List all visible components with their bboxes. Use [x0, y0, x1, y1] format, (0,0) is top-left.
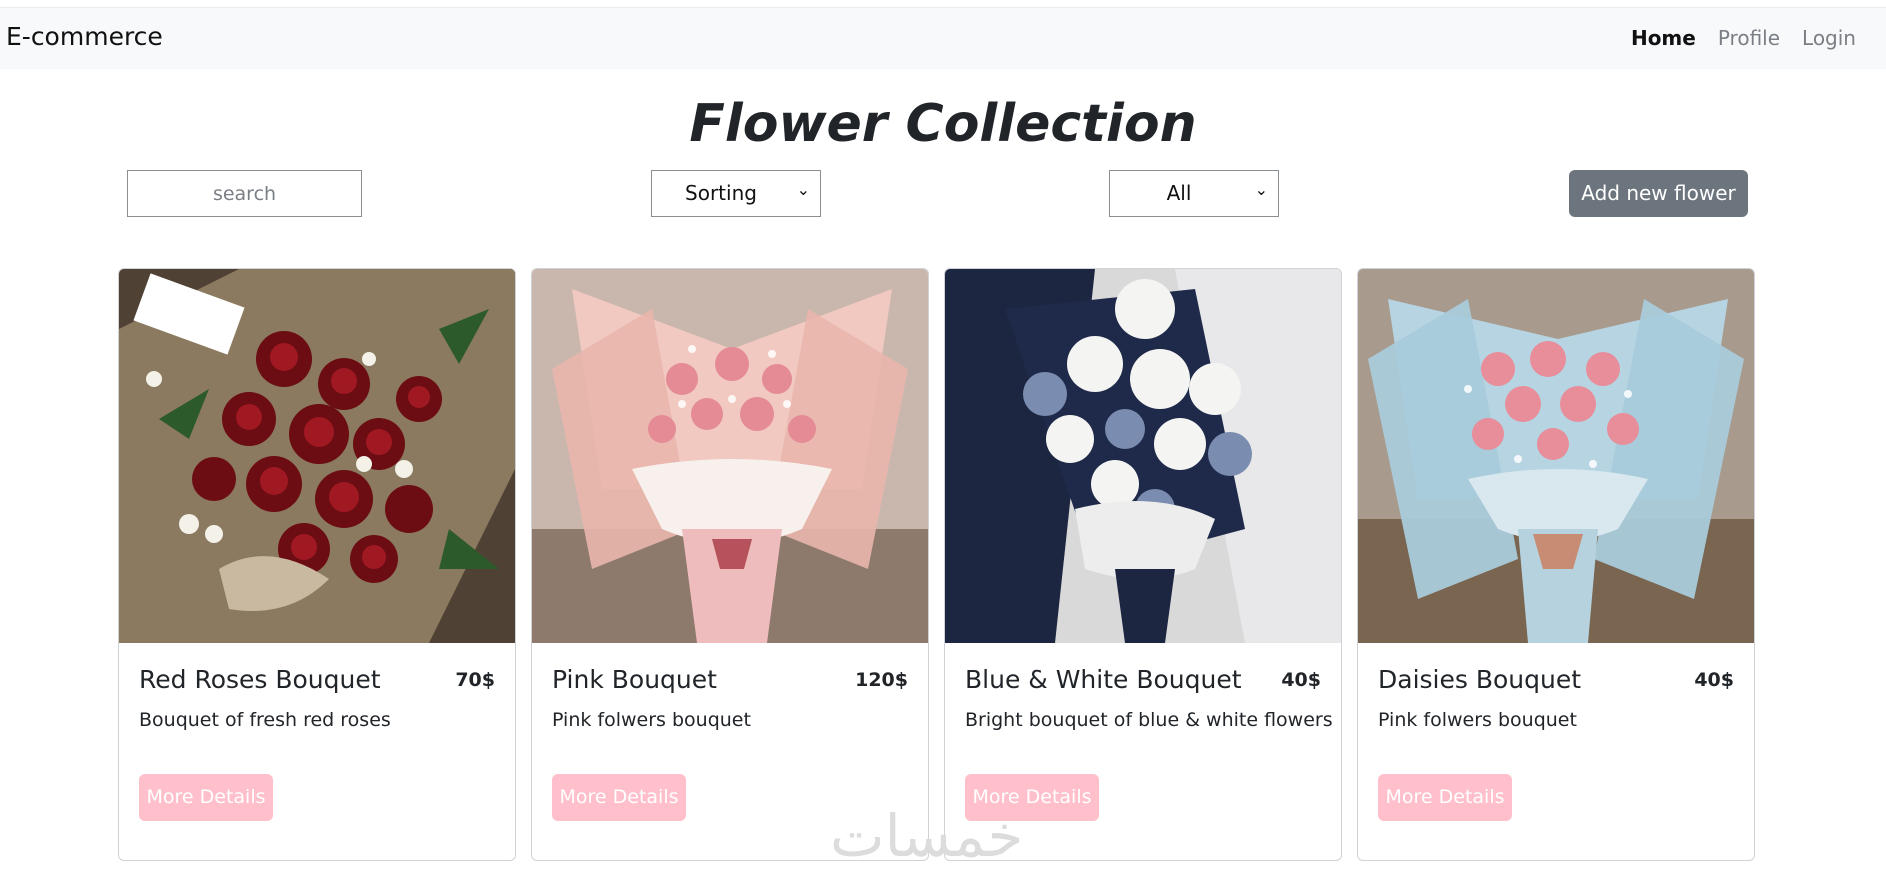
chevron-down-icon: ⌄: [1254, 180, 1268, 199]
card-price: 70$: [455, 669, 495, 691]
search-input[interactable]: [127, 170, 362, 217]
card-description: Pink folwers bouquet: [1378, 709, 1577, 731]
flower-card: Pink Bouquet 120$ Pink folwers bouquet M…: [531, 268, 929, 861]
sorting-select[interactable]: Sorting ⌄: [651, 170, 821, 217]
card-title: Red Roses Bouquet: [139, 665, 381, 694]
filter-select-value: All: [1166, 181, 1192, 205]
red-roses-image: [119, 269, 515, 643]
nav-link-home[interactable]: Home: [1631, 26, 1696, 50]
blue-white-bouquet-image: [945, 269, 1341, 643]
card-title: Blue & White Bouquet: [965, 665, 1242, 694]
card-description: Pink folwers bouquet: [552, 709, 751, 731]
more-details-button[interactable]: More Details: [139, 774, 273, 821]
flower-card: Daisies Bouquet 40$ Pink folwers bouquet…: [1357, 268, 1755, 861]
card-title: Daisies Bouquet: [1378, 665, 1582, 694]
nav-links: Home Profile Login: [1631, 26, 1856, 50]
nav-link-login[interactable]: Login: [1802, 26, 1856, 50]
more-details-button[interactable]: More Details: [552, 774, 686, 821]
watermark: خمسات: [830, 802, 1024, 870]
navbar: E-commerce Home Profile Login: [0, 7, 1886, 69]
card-description: Bright bouquet of blue & white flowers: [965, 709, 1333, 731]
nav-link-profile[interactable]: Profile: [1718, 26, 1780, 50]
add-new-flower-button[interactable]: Add new flower: [1569, 170, 1748, 217]
flower-card: Red Roses Bouquet 70$ Bouquet of fresh r…: [118, 268, 516, 861]
page-title: Flower Collection: [689, 94, 1197, 154]
brand-logo[interactable]: E-commerce: [6, 22, 163, 51]
card-title: Pink Bouquet: [552, 665, 717, 694]
more-details-button[interactable]: More Details: [1378, 774, 1512, 821]
sorting-select-value: Sorting: [685, 181, 757, 205]
card-price: 40$: [1281, 669, 1321, 691]
card-description: Bouquet of fresh red roses: [139, 709, 391, 731]
daisies-bouquet-image: [1358, 269, 1754, 643]
filter-select[interactable]: All ⌄: [1109, 170, 1279, 217]
pink-bouquet-image: [532, 269, 928, 643]
chevron-down-icon: ⌄: [796, 180, 810, 199]
flower-card: Blue & White Bouquet 40$ Bright bouquet …: [944, 268, 1342, 861]
card-price: 40$: [1694, 669, 1734, 691]
card-price: 120$: [855, 669, 908, 691]
